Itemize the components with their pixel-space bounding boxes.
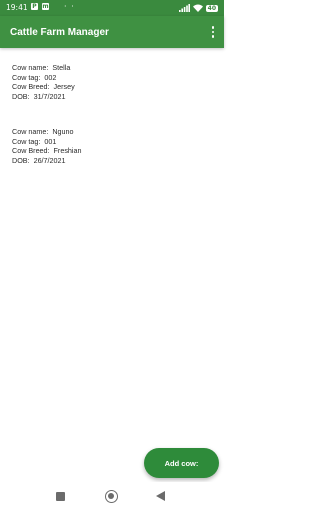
recents-icon[interactable] xyxy=(56,492,65,501)
cow-breed: Cow Breed: Jersey xyxy=(12,82,75,92)
add-cow-button[interactable]: Add cow: xyxy=(144,448,219,478)
wifi-icon xyxy=(192,4,203,12)
cow-card[interactable]: Cow name: Stella Cow tag: 002 Cow Breed:… xyxy=(12,63,212,102)
status-dots: · · xyxy=(64,2,75,11)
battery-icon: 40 xyxy=(205,4,218,12)
cow-tag: Cow tag: 002 xyxy=(12,72,57,82)
cow-breed: Cow Breed: Freshian xyxy=(12,146,82,156)
page-title: Cattle Farm Manager xyxy=(10,27,109,38)
cow-dob: DOB: 31/7/2021 xyxy=(12,92,66,102)
cow-name: Cow name: Stella xyxy=(12,63,71,72)
system-nav-bar xyxy=(0,482,224,512)
notification-icon: P xyxy=(31,3,38,10)
status-icons: 40 xyxy=(178,3,218,13)
cow-tag: Cow tag: 001 xyxy=(12,136,57,146)
back-icon[interactable] xyxy=(156,491,165,501)
cow-name: Cow name: Nguno xyxy=(12,127,74,136)
status-time: 19:41 xyxy=(6,3,28,12)
cow-dob: DOB: 26/7/2021 xyxy=(12,156,66,166)
status-bar: 19:41 P m · · 40 xyxy=(0,0,224,16)
cow-card[interactable]: Cow name: Nguno Cow tag: 001 Cow Breed: … xyxy=(12,127,212,166)
signal-icon xyxy=(178,4,190,12)
app-bar: Cattle Farm Manager xyxy=(0,16,224,48)
more-vert-icon[interactable] xyxy=(208,24,218,40)
notification-icon: m xyxy=(42,3,49,10)
home-icon[interactable] xyxy=(105,490,118,503)
